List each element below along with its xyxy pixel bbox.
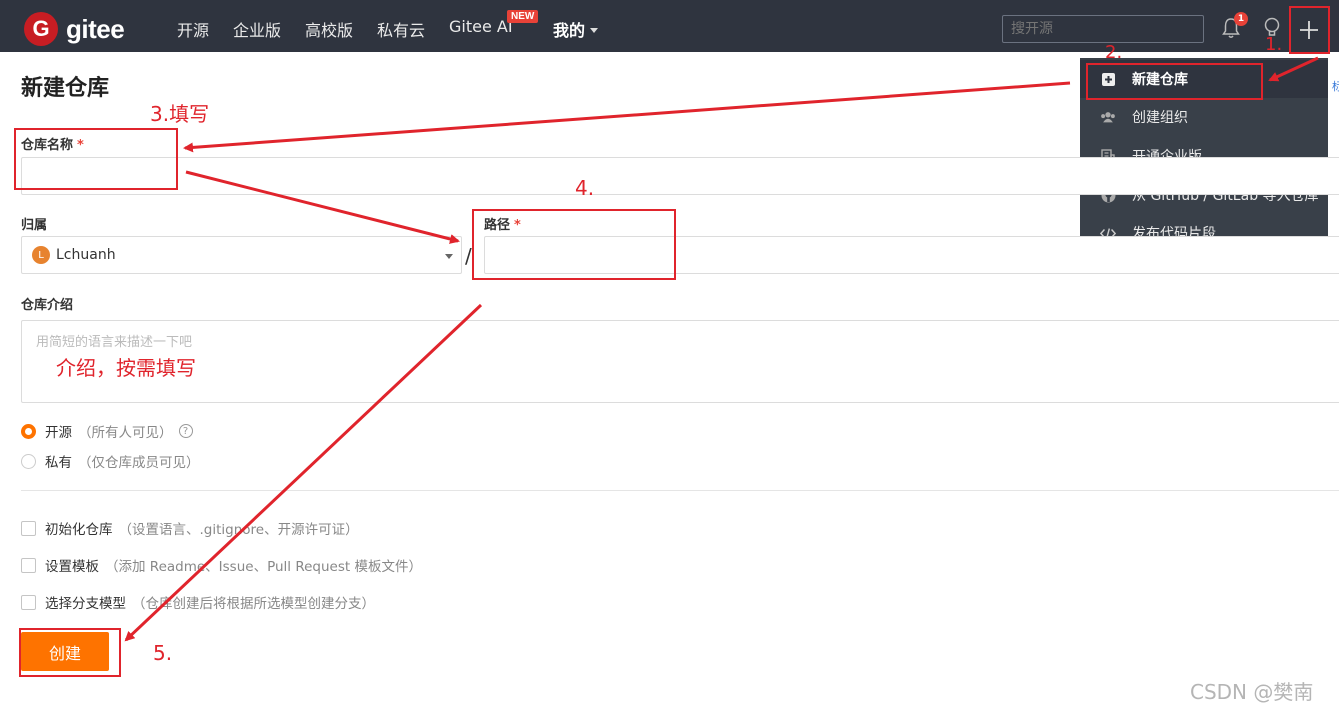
- annotation-box-plus: [1289, 6, 1330, 54]
- csdn-watermark: CSDN @樊南: [1190, 680, 1314, 704]
- checkbox[interactable]: [21, 594, 36, 610]
- nav-private-cloud[interactable]: 私有云: [377, 17, 425, 41]
- radio-selected[interactable]: [21, 423, 36, 439]
- chevron-down-icon: [590, 28, 599, 33]
- option-label: 设置模板: [45, 559, 99, 575]
- avatar: L: [32, 246, 50, 264]
- search-input[interactable]: [1002, 15, 1204, 43]
- annotation-box-new-repo: [1086, 63, 1263, 100]
- gitee-logo-mark: G: [24, 12, 58, 46]
- menu-item-create-org[interactable]: 创建组织: [1080, 98, 1328, 136]
- option-hint: （设置语言、.gitignore、开源许可证）: [118, 522, 359, 538]
- help-icon[interactable]: ?: [178, 424, 193, 438]
- intro-label: 仓库介绍: [21, 298, 74, 313]
- branch-model-checkbox[interactable]: 选择分支模型 （仓库创建后将根据所选模型创建分支）: [21, 592, 375, 612]
- edge-truncated-char: 标: [1332, 80, 1339, 93]
- notification-count-badge: 1: [1234, 12, 1248, 26]
- visibility-hint: （所有人可见）: [78, 425, 173, 441]
- annotation-step-2: 2.: [1105, 42, 1123, 63]
- nav-mine-label: 我的: [553, 21, 586, 40]
- section-divider: [21, 490, 1339, 491]
- annotation-box-path: [472, 209, 676, 280]
- top-navbar: G gitee 开源 企业版 高校版 私有云 Gitee AI NEW 我的 1: [0, 0, 1339, 52]
- arrow-to-repo-name: [183, 81, 1071, 153]
- annotation-box-repo-name: [14, 128, 178, 190]
- owner-value: Lchuanh: [56, 247, 116, 263]
- init-repo-checkbox[interactable]: 初始化仓库 （设置语言、.gitignore、开源许可证）: [21, 518, 359, 538]
- page-title: 新建仓库: [21, 76, 110, 101]
- visibility-private-radio[interactable]: 私有 （仅仓库成员可见）: [21, 451, 200, 471]
- nav-mine[interactable]: 我的: [553, 17, 599, 41]
- nav-education[interactable]: 高校版: [305, 17, 353, 41]
- annotation-step-3: 3.填写: [150, 102, 210, 126]
- annotation-step-1: 1.: [1265, 34, 1283, 55]
- intro-textarea[interactable]: [21, 320, 1339, 403]
- annotation-box-create: [19, 628, 121, 677]
- checkbox[interactable]: [21, 557, 36, 573]
- gitee-logo[interactable]: G gitee: [24, 12, 125, 46]
- chevron-down-icon: [445, 254, 453, 259]
- nav-gitee-ai[interactable]: Gitee AI: [449, 17, 513, 36]
- option-hint: （仓库创建后将根据所选模型创建分支）: [132, 596, 375, 612]
- owner-select[interactable]: L Lchuanh: [21, 236, 462, 274]
- annotation-intro-note: 介绍，按需填写: [56, 356, 196, 380]
- annotation-step-5: 5.: [153, 641, 173, 665]
- option-hint: （添加 Readme、Issue、Pull Request 模板文件）: [105, 559, 422, 575]
- option-label: 选择分支模型: [45, 596, 126, 612]
- visibility-public-radio[interactable]: 开源 （所有人可见） ?: [21, 421, 193, 441]
- visibility-hint: （仅仓库成员可见）: [78, 455, 200, 471]
- nav-enterprise[interactable]: 企业版: [233, 17, 281, 41]
- new-badge: NEW: [507, 10, 539, 23]
- repo-name-input[interactable]: [21, 157, 1339, 195]
- radio-unselected[interactable]: [21, 453, 36, 469]
- visibility-label: 私有: [45, 455, 72, 471]
- intro-placeholder: 用简短的语言来描述一下吧: [36, 335, 193, 350]
- menu-item-label: 创建组织: [1132, 110, 1188, 126]
- checkbox[interactable]: [21, 520, 36, 536]
- template-checkbox[interactable]: 设置模板 （添加 Readme、Issue、Pull Request 模板文件）: [21, 555, 422, 575]
- nav-open-source[interactable]: 开源: [177, 17, 209, 41]
- option-label: 初始化仓库: [45, 522, 113, 538]
- path-separator: /: [465, 244, 472, 268]
- visibility-label: 开源: [45, 425, 72, 441]
- users-icon: [1100, 109, 1116, 125]
- owner-label: 归属: [21, 218, 48, 233]
- gitee-logo-text: gitee: [66, 13, 125, 44]
- annotation-step-4: 4.: [575, 176, 595, 200]
